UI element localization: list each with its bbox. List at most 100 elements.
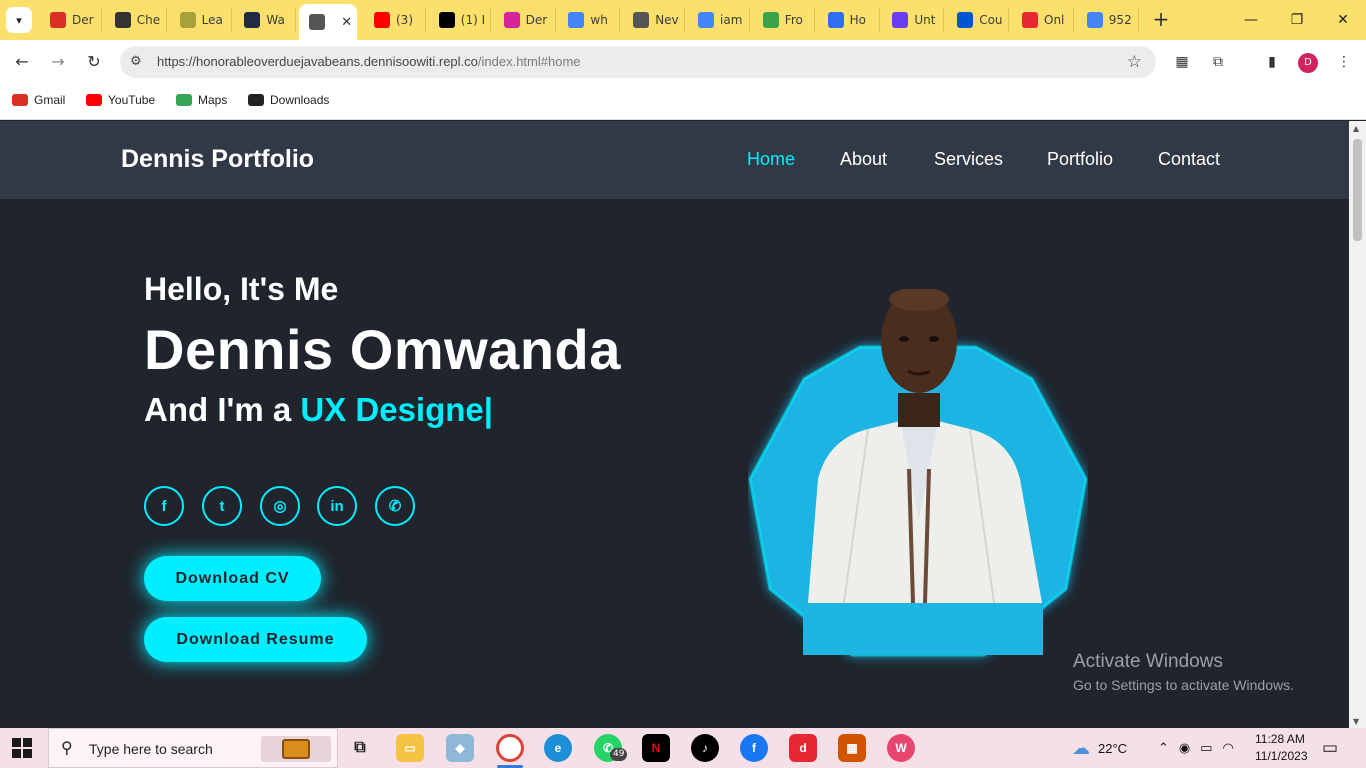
scroll-down-icon[interactable]: ▼ [1353,717,1359,726]
app-icon[interactable]: ◆ [446,734,474,762]
browser-tab[interactable]: Der [494,8,556,32]
gmail-icon [12,94,28,106]
browser-tab[interactable]: Onl [1012,8,1074,32]
nav-home[interactable]: Home [747,149,795,170]
side-panel-icon[interactable]: ▮ [1262,52,1282,72]
url-text[interactable]: https://honorableoverduejavabeans.dennis… [157,54,581,69]
nav-portfolio[interactable]: Portfolio [1047,149,1113,170]
tab-label: 952 [1108,13,1132,27]
netflix-icon[interactable]: N [642,734,670,762]
task-view-icon[interactable]: ⧉ [346,734,374,762]
bookmark-item[interactable]: Downloads [248,93,329,107]
bookmark-item[interactable]: Gmail [12,93,65,107]
instagram-icon[interactable]: ◎ [260,486,300,526]
close-tab-icon[interactable]: ✕ [341,15,352,30]
bookmark-item[interactable]: YouTube [86,93,155,107]
browser-tab[interactable]: Che [105,8,167,32]
browser-tab[interactable]: Ho [818,8,880,32]
close-window-button[interactable]: ✕ [1320,6,1366,34]
new-tab-button[interactable]: + [1150,8,1172,30]
office-icon[interactable]: ▦ [838,734,866,762]
browser-tab[interactable]: Nev [623,8,686,32]
profile-avatar[interactable]: D [1298,53,1318,73]
nav-services[interactable]: Services [934,149,1003,170]
tab-search-button[interactable]: ▾ [6,7,32,33]
facebook-icon[interactable]: f [740,734,768,762]
facebook-icon[interactable]: f [144,486,184,526]
whatsapp-badge: 49 [610,748,628,761]
forward-button[interactable]: → [46,50,70,74]
browser-tab[interactable]: Cou [947,8,1010,32]
battery-icon[interactable]: ▭ [1200,740,1212,756]
nav-about[interactable]: About [840,149,887,170]
tiktok-icon[interactable]: ♪ [691,734,719,762]
twitter-icon[interactable]: t [202,486,242,526]
weather-widget[interactable]: ☁ 22°C [1072,728,1127,768]
bookmark-star-icon[interactable]: ☆ [1127,52,1142,72]
download-cv-button[interactable]: Download CV [144,556,321,601]
google-icon [568,12,585,28]
clock-date: 11/1/2023 [1255,749,1308,763]
search-placeholder: Type here to search [89,741,213,757]
browser-tab[interactable]: Lea [170,8,232,32]
bookmarks-bar: Gmail YouTube Maps Downloads [0,84,1366,120]
bookmark-label: Gmail [34,93,66,107]
file-explorer-icon[interactable]: ▭ [396,734,424,762]
site-info-icon[interactable]: ⚙ [130,54,142,69]
canva-icon [827,12,844,28]
back-button[interactable]: ← [10,50,34,74]
edge-icon[interactable]: e [544,734,572,762]
briefcase-icon[interactable] [261,736,331,762]
draw-app-icon[interactable]: d [789,734,817,762]
browser-tab[interactable]: ✕ [299,4,358,40]
whatsapp-icon[interactable]: ✆ [375,486,415,526]
browser-tab[interactable]: iam [688,8,750,32]
typing-cursor: | [483,391,493,428]
globe-icon [309,14,326,30]
windows-start-icon[interactable] [12,738,32,758]
browser-tab[interactable]: wh [558,8,621,32]
browser-tab[interactable]: (1) I [429,8,491,32]
page-scrollbar[interactable]: ▲ ▼ [1349,121,1366,728]
tab-label: (3) [396,13,413,27]
notification-icon[interactable]: ▭ [1322,728,1338,768]
x-icon [438,12,455,28]
camera-icon[interactable]: ◉ [1179,740,1190,756]
infinity-icon [762,12,779,28]
wifi-icon[interactable]: ◠ [1223,740,1234,756]
taskbar-search[interactable]: ⚲ Type here to search [48,728,338,768]
linkedin-icon[interactable]: in [317,486,357,526]
wps-icon[interactable]: W [887,734,915,762]
extensions-icon[interactable]: ⧉ [1208,52,1228,72]
download-resume-button[interactable]: Download Resume [144,617,367,662]
nav-contact[interactable]: Contact [1158,149,1220,170]
scroll-thumb[interactable] [1353,139,1362,241]
bookmark-item[interactable]: Maps [176,93,227,107]
site-logo[interactable]: Dennis Portfolio [121,145,314,174]
browser-tab[interactable]: (3) [364,8,426,32]
taskbar-clock[interactable]: 11:28 AM 11/1/2023 [1255,731,1308,765]
windows-taskbar: ⚲ Type here to search ⧉ ▭ ◆ e ✆ 49 N ♪ f… [0,728,1366,768]
system-tray: ⌃ ◉ ▭ ◠ [1158,728,1234,768]
hero-role: And I'm a UX Designe| [144,391,493,429]
restore-button[interactable]: ❐ [1274,6,1320,34]
minimize-button[interactable]: — [1228,6,1274,34]
youtube-icon [86,94,102,106]
browser-tab[interactable]: Fro [753,8,815,32]
coursera-icon [957,12,974,28]
scroll-up-icon[interactable]: ▲ [1353,124,1359,133]
location-icon [114,12,131,28]
chrome-icon[interactable] [496,734,524,762]
browser-tab[interactable]: Unt [882,8,945,32]
chevron-up-icon[interactable]: ⌃ [1158,740,1169,756]
qr-code-icon[interactable]: ▦ [1172,52,1192,72]
address-bar[interactable]: ⚙ https://honorableoverduejavabeans.denn… [120,46,1156,78]
browser-tab[interactable]: Wa [234,8,297,32]
draw-icon [1022,12,1038,28]
menu-icon[interactable]: ⋮ [1334,52,1354,72]
reload-button[interactable]: ↻ [82,50,106,74]
browser-tab[interactable]: 952 [1077,8,1139,32]
browser-tab[interactable]: Der [40,8,102,32]
youtube-icon [374,12,390,28]
tab-label: (1) I [460,13,486,27]
